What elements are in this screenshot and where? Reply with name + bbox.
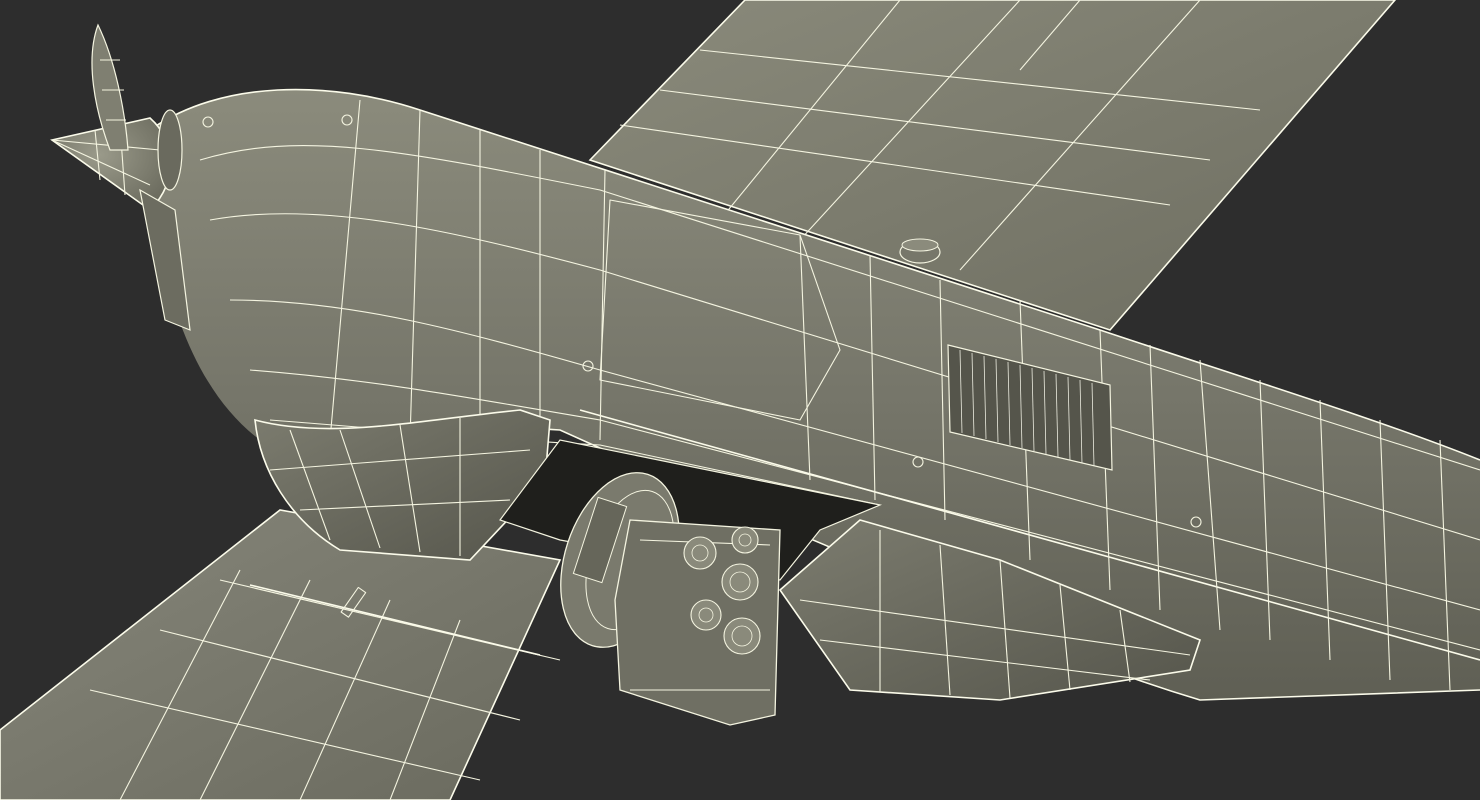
uav-wireframe-render: [0, 0, 1480, 800]
antenna-puck: [899, 238, 941, 264]
nose-and-propeller: [50, 23, 191, 331]
render-viewport: [0, 0, 1480, 800]
